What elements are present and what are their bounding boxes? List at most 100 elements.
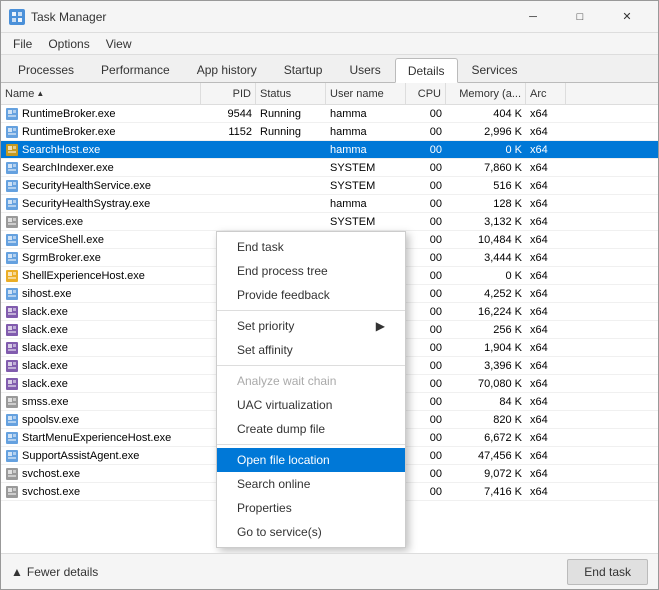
cell-memory: 820 K [446, 411, 526, 428]
cell-cpu: 00 [406, 105, 446, 122]
cell-name: sihost.exe [1, 285, 201, 302]
cell-name: spoolsv.exe [1, 411, 201, 428]
tab-services[interactable]: Services [459, 58, 531, 82]
tab-performance[interactable]: Performance [88, 58, 183, 82]
col-header-memory[interactable]: Memory (a... [446, 83, 526, 104]
cell-cpu: 00 [406, 339, 446, 356]
menu-options[interactable]: Options [40, 33, 97, 55]
context-menu-item[interactable]: Search online [217, 472, 405, 496]
menu-view[interactable]: View [98, 33, 140, 55]
table-row[interactable]: SecurityHealthSystray.exe hamma 00 128 K… [1, 195, 658, 213]
tab-startup[interactable]: Startup [271, 58, 336, 82]
process-name: SecurityHealthSystray.exe [22, 198, 150, 210]
process-icon [5, 485, 19, 499]
tab-app-history[interactable]: App history [184, 58, 270, 82]
cell-name: services.exe [1, 213, 201, 230]
cell-memory: 7,860 K [446, 159, 526, 176]
process-icon [5, 233, 19, 247]
context-menu-item[interactable]: UAC virtualization [217, 393, 405, 417]
cell-arc: x64 [526, 357, 566, 374]
cell-name: svchost.exe [1, 483, 201, 500]
process-icon [5, 305, 19, 319]
context-menu-item[interactable]: End process tree [217, 259, 405, 283]
close-button[interactable]: ✕ [604, 1, 650, 33]
cell-arc: x64 [526, 231, 566, 248]
cell-arc: x64 [526, 393, 566, 410]
cell-name: StartMenuExperienceHost.exe [1, 429, 201, 446]
col-header-pid[interactable]: PID [201, 83, 256, 104]
table-row[interactable]: RuntimeBroker.exe 9544 Running hamma 00 … [1, 105, 658, 123]
maximize-button[interactable]: □ [557, 1, 603, 33]
cell-cpu: 00 [406, 357, 446, 374]
fewer-details-button[interactable]: ▲ Fewer details [11, 565, 98, 579]
cell-arc: x64 [526, 123, 566, 140]
tab-users[interactable]: Users [336, 58, 393, 82]
cell-arc: x64 [526, 375, 566, 392]
context-menu-separator [217, 365, 405, 366]
process-name: RuntimeBroker.exe [22, 108, 116, 120]
minimize-button[interactable]: ─ [510, 1, 556, 33]
process-icon [5, 323, 19, 337]
cell-memory: 128 K [446, 195, 526, 212]
cell-cpu: 00 [406, 267, 446, 284]
process-name: slack.exe [22, 342, 68, 354]
cell-name: slack.exe [1, 357, 201, 374]
process-icon [5, 359, 19, 373]
tab-processes[interactable]: Processes [5, 58, 87, 82]
context-menu-item[interactable]: Properties [217, 496, 405, 520]
cell-memory: 9,072 K [446, 465, 526, 482]
process-name: spoolsv.exe [22, 414, 79, 426]
process-name: SupportAssistAgent.exe [22, 450, 139, 462]
col-header-status[interactable]: Status [256, 83, 326, 104]
cell-user: hamma [326, 105, 406, 122]
process-name: smss.exe [22, 396, 68, 408]
cell-cpu: 00 [406, 159, 446, 176]
cell-memory: 10,484 K [446, 231, 526, 248]
table-row[interactable]: services.exe SYSTEM 00 3,132 K x64 [1, 213, 658, 231]
cell-memory: 1,904 K [446, 339, 526, 356]
context-menu-item[interactable]: Go to service(s) [217, 520, 405, 544]
cell-pid: 9544 [201, 105, 256, 122]
process-name: ShellExperienceHost.exe [22, 270, 145, 282]
col-header-cpu[interactable]: CPU [406, 83, 446, 104]
cell-memory: 516 K [446, 177, 526, 194]
cell-memory: 70,080 K [446, 375, 526, 392]
process-name: StartMenuExperienceHost.exe [22, 432, 171, 444]
cell-name: SgrmBroker.exe [1, 249, 201, 266]
context-menu-item[interactable]: Set priority▶ [217, 314, 405, 338]
cell-user: SYSTEM [326, 159, 406, 176]
col-header-user[interactable]: User name [326, 83, 406, 104]
tab-details[interactable]: Details [395, 58, 458, 83]
cell-name: SecurityHealthService.exe [1, 177, 201, 194]
cell-name: svchost.exe [1, 465, 201, 482]
process-name: SgrmBroker.exe [22, 252, 101, 264]
context-menu-item[interactable]: Open file location [217, 448, 405, 472]
cell-user: hamma [326, 195, 406, 212]
cell-cpu: 00 [406, 123, 446, 140]
cell-memory: 3,444 K [446, 249, 526, 266]
menu-file[interactable]: File [5, 33, 40, 55]
cell-arc: x64 [526, 285, 566, 302]
table-row[interactable]: SearchIndexer.exe SYSTEM 00 7,860 K x64 [1, 159, 658, 177]
cell-name: smss.exe [1, 393, 201, 410]
col-header-name[interactable]: Name▲ [1, 83, 201, 104]
process-icon [5, 467, 19, 481]
context-menu-item[interactable]: Create dump file [217, 417, 405, 441]
col-header-arc[interactable]: Arc [526, 83, 566, 104]
cell-arc: x64 [526, 429, 566, 446]
cell-status [256, 141, 326, 158]
end-task-button[interactable]: End task [567, 559, 648, 585]
cell-arc: x64 [526, 177, 566, 194]
process-icon [5, 179, 19, 193]
context-menu-item[interactable]: Set affinity [217, 338, 405, 362]
app-icon [9, 9, 25, 25]
table-row[interactable]: SearchHost.exe hamma 00 0 K x64 [1, 141, 658, 159]
context-menu: End taskEnd process treeProvide feedback… [216, 231, 406, 548]
table-row[interactable]: RuntimeBroker.exe 1152 Running hamma 00 … [1, 123, 658, 141]
context-menu-item[interactable]: Provide feedback [217, 283, 405, 307]
cell-memory: 0 K [446, 141, 526, 158]
cell-name: SearchIndexer.exe [1, 159, 201, 176]
context-menu-item[interactable]: End task [217, 235, 405, 259]
table-row[interactable]: SecurityHealthService.exe SYSTEM 00 516 … [1, 177, 658, 195]
process-name: SearchHost.exe [22, 144, 100, 156]
